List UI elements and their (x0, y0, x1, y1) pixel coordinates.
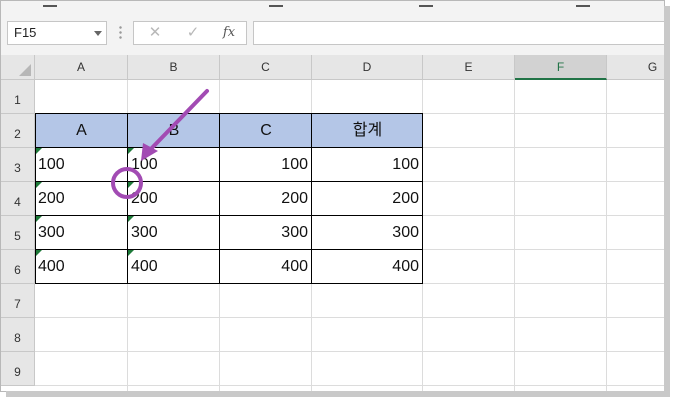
cell-a2[interactable]: A (35, 114, 128, 148)
formula-bar: F15 ✕ ✓ fx (1, 11, 664, 56)
table-border (422, 113, 423, 284)
number-as-text-indicator[interactable] (36, 216, 42, 222)
row-header-3[interactable]: 3 (1, 148, 35, 182)
gridline (514, 80, 515, 391)
formula-input[interactable] (253, 21, 664, 45)
number-as-text-indicator[interactable] (36, 250, 42, 256)
cell-b4[interactable]: 200 (128, 182, 220, 216)
row-header-2[interactable]: 2 (1, 114, 35, 148)
ribbon-fragment (43, 1, 57, 7)
table-border (35, 215, 423, 216)
select-all-button[interactable] (1, 55, 35, 80)
column-header-d[interactable]: D (312, 55, 423, 80)
splitter-handle[interactable] (119, 25, 122, 41)
cell-b2[interactable]: B (128, 114, 220, 148)
row-header-5[interactable]: 5 (1, 216, 35, 250)
ribbon-fragment (576, 1, 590, 7)
spreadsheet-window: F15 ✕ ✓ fx A B C D E F G 1 2 3 4 5 6 7 8… (0, 0, 665, 392)
row-header-4[interactable]: 4 (1, 182, 35, 216)
ribbon-fragment (269, 1, 283, 7)
table-border (127, 113, 128, 284)
cell-c6[interactable]: 400 (220, 250, 312, 284)
column-header-a[interactable]: A (35, 55, 128, 80)
cell-c3[interactable]: 100 (220, 148, 312, 182)
cell-d5[interactable]: 300 (312, 216, 423, 250)
gridline (35, 385, 664, 386)
table-border (35, 147, 423, 148)
cell-a5[interactable]: 300 (35, 216, 128, 250)
name-box-value: F15 (14, 25, 37, 40)
gridline (35, 351, 664, 352)
cell-b5[interactable]: 300 (128, 216, 220, 250)
cell-d2[interactable]: 합계 (312, 114, 423, 148)
gridline (35, 317, 664, 318)
gridline (606, 80, 607, 391)
row-header-7[interactable]: 7 (1, 284, 35, 318)
row-header-9[interactable]: 9 (1, 352, 35, 386)
row-header-6[interactable]: 6 (1, 250, 35, 284)
column-header-c[interactable]: C (220, 55, 312, 80)
table-border (35, 181, 423, 182)
cell-d6[interactable]: 400 (312, 250, 423, 284)
cell-a3[interactable]: 100 (35, 148, 128, 182)
table-border (311, 113, 312, 284)
cell-c2[interactable]: C (220, 114, 312, 148)
table-border (35, 113, 423, 114)
enter-icon[interactable]: ✓ (180, 24, 206, 42)
ribbon-strip (1, 1, 664, 11)
formula-buttons: ✕ ✓ fx (133, 21, 247, 45)
chevron-down-icon[interactable] (94, 31, 102, 36)
number-as-text-indicator[interactable] (128, 148, 134, 154)
column-header-e[interactable]: E (423, 55, 515, 80)
column-header-b[interactable]: B (128, 55, 220, 80)
column-header-g[interactable]: G (607, 55, 664, 80)
column-header-f[interactable]: F (515, 55, 607, 80)
table-border (35, 249, 423, 250)
cell-d4[interactable]: 200 (312, 182, 423, 216)
number-as-text-indicator[interactable] (36, 148, 42, 154)
cell-a6[interactable]: 400 (35, 250, 128, 284)
cell-b3[interactable]: 100 (128, 148, 220, 182)
number-as-text-indicator[interactable] (128, 216, 134, 222)
number-as-text-indicator[interactable] (128, 182, 134, 188)
number-as-text-indicator[interactable] (36, 182, 42, 188)
row-header-8[interactable]: 8 (1, 318, 35, 352)
number-as-text-indicator[interactable] (128, 250, 134, 256)
insert-function-icon[interactable]: fx (216, 24, 242, 42)
row-header-1[interactable]: 1 (1, 80, 35, 114)
cell-c5[interactable]: 300 (220, 216, 312, 250)
cell-c4[interactable]: 200 (220, 182, 312, 216)
cell-d3[interactable]: 100 (312, 148, 423, 182)
name-box[interactable]: F15 (7, 21, 107, 45)
table-border (219, 113, 220, 284)
cell-a4[interactable]: 200 (35, 182, 128, 216)
table-border (35, 113, 36, 284)
table-border (35, 283, 423, 284)
cell-b6[interactable]: 400 (128, 250, 220, 284)
cancel-icon[interactable]: ✕ (142, 24, 168, 42)
ribbon-fragment (419, 1, 433, 7)
window-shadow (664, 6, 670, 396)
window-shadow (6, 391, 670, 397)
